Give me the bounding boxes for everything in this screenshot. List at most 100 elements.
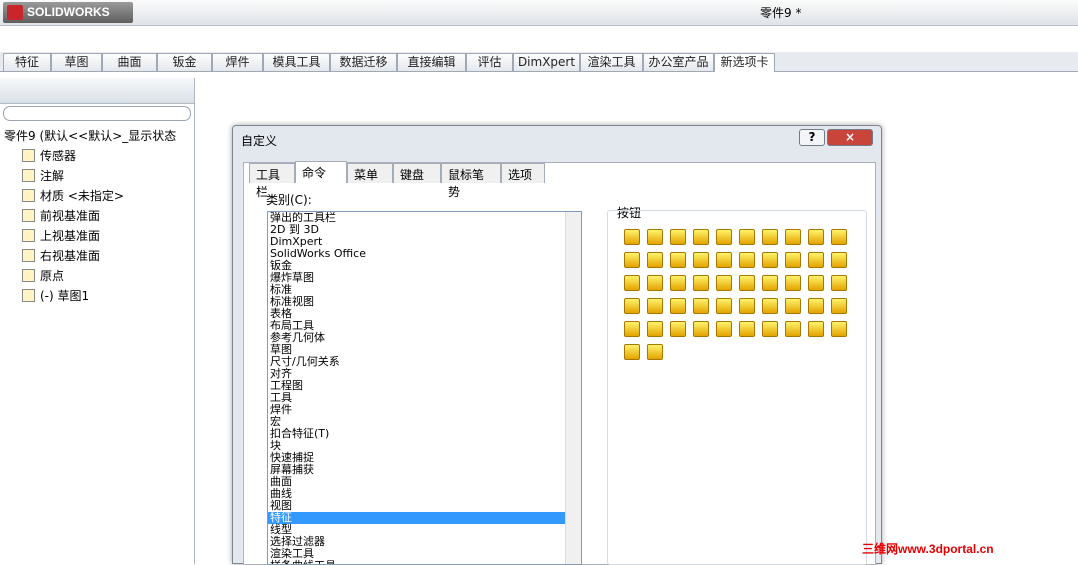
tab-5[interactable]: 模具工具 [263,53,330,72]
tab-2[interactable]: 曲面 [102,53,157,72]
category-item[interactable]: 样条曲线工具 [268,560,581,565]
category-item[interactable]: 对齐 [268,368,581,380]
feature-button-icon[interactable] [808,229,824,245]
category-item[interactable]: 焊件 [268,404,581,416]
tree-item[interactable]: 材质 <未指定> [22,187,124,204]
category-item[interactable]: 尺寸/几何关系 [268,356,581,368]
category-item[interactable]: 爆炸草图 [268,272,581,284]
feature-button-icon[interactable] [693,252,709,268]
feature-button-icon[interactable] [716,321,732,337]
feature-button-icon[interactable] [670,275,686,291]
tree-root[interactable]: 零件9 (默认<<默认>_显示状态 [4,127,176,144]
feature-button-icon[interactable] [670,229,686,245]
feature-button-icon[interactable] [831,321,847,337]
tab-8[interactable]: 评估 [466,53,513,72]
dialog-tab-5[interactable]: 选项 [501,163,545,183]
dialog-tab-0[interactable]: 工具栏 [249,163,295,199]
feature-button-icon[interactable] [785,275,801,291]
tab-1[interactable]: 草图 [51,53,102,72]
tab-11[interactable]: 办公室产品 [643,53,714,72]
feature-button-icon[interactable] [739,321,755,337]
feature-button-icon[interactable] [693,321,709,337]
feature-button-icon[interactable] [647,252,663,268]
tree-item[interactable]: 右视基准面 [22,247,100,264]
feature-button-icon[interactable] [831,298,847,314]
tab-3[interactable]: 钣金 [157,53,212,72]
category-item[interactable]: 视图 [268,500,581,512]
feature-button-icon[interactable] [762,275,778,291]
feature-button-icon[interactable] [808,275,824,291]
feature-button-icon[interactable] [739,252,755,268]
tree-item[interactable]: 前视基准面 [22,207,100,224]
feature-button-icon[interactable] [785,321,801,337]
feature-button-icon[interactable] [716,275,732,291]
category-item[interactable]: 参考几何体 [268,332,581,344]
feature-button-icon[interactable] [670,252,686,268]
feature-button-icon[interactable] [693,229,709,245]
feature-button-icon[interactable] [647,229,663,245]
tab-10[interactable]: 渲染工具 [580,53,643,72]
feature-button-icon[interactable] [647,344,663,360]
feature-button-icon[interactable] [762,252,778,268]
feature-button-icon[interactable] [762,298,778,314]
tree-item[interactable]: 上视基准面 [22,227,100,244]
tab-9[interactable]: DimXpert [513,53,580,72]
category-item[interactable]: 标准视图 [268,296,581,308]
category-item[interactable]: 快速捕捉 [268,452,581,464]
feature-button-icon[interactable] [831,229,847,245]
feature-button-icon[interactable] [831,275,847,291]
category-item[interactable]: 工具 [268,392,581,404]
category-item[interactable]: 扣合特征(T) [268,428,581,440]
scrollbar[interactable] [565,212,581,564]
feature-button-icon[interactable] [670,298,686,314]
category-item[interactable]: 钣金 [268,260,581,272]
category-item[interactable]: SolidWorks Office [268,248,581,260]
feature-button-icon[interactable] [762,229,778,245]
tab-6[interactable]: 数据迁移 [330,53,397,72]
tab-4[interactable]: 焊件 [212,53,263,72]
tree-item[interactable]: 原点 [22,267,64,284]
feature-button-icon[interactable] [785,298,801,314]
tab-0[interactable]: 特征 [3,53,51,72]
feature-button-icon[interactable] [624,229,640,245]
feature-button-icon[interactable] [647,321,663,337]
feature-button-icon[interactable] [739,298,755,314]
feature-button-icon[interactable] [716,229,732,245]
feature-button-icon[interactable] [670,321,686,337]
feature-button-icon[interactable] [808,298,824,314]
feature-button-icon[interactable] [647,275,663,291]
feature-button-icon[interactable] [785,229,801,245]
feature-button-icon[interactable] [624,321,640,337]
category-item[interactable]: 屏幕捕获 [268,464,581,476]
tree-item[interactable]: (-) 草图1 [22,287,89,304]
feature-button-icon[interactable] [624,344,640,360]
feature-button-icon[interactable] [739,275,755,291]
close-button[interactable]: × [827,129,873,146]
feature-button-icon[interactable] [831,252,847,268]
category-item[interactable]: 工程图 [268,380,581,392]
feature-button-icon[interactable] [808,252,824,268]
feature-button-icon[interactable] [624,275,640,291]
tree-item[interactable]: 注解 [22,167,64,184]
feature-button-icon[interactable] [624,298,640,314]
tree-item[interactable]: 传感器 [22,147,76,164]
filter-input[interactable] [3,106,191,121]
dialog-tab-1[interactable]: 命令 [295,161,347,183]
dialog-tab-2[interactable]: 菜单 [347,163,393,183]
category-list[interactable]: 弹出的工具栏 2D 到 3D DimXpert SolidWorks Office 钣金… [267,211,582,565]
dialog-tab-3[interactable]: 键盘 [393,163,441,183]
category-item[interactable]: 曲线 [268,488,581,500]
category-item[interactable]: 标准 [268,284,581,296]
feature-button-icon[interactable] [808,321,824,337]
help-button[interactable]: ? [799,129,825,146]
category-item[interactable]: 块 [268,440,581,452]
feature-button-icon[interactable] [762,321,778,337]
feature-button-icon[interactable] [785,252,801,268]
feature-button-icon[interactable] [739,229,755,245]
category-item[interactable]: 选择过滤器 [268,536,581,548]
feature-button-icon[interactable] [647,298,663,314]
feature-button-icon[interactable] [716,298,732,314]
tab-7[interactable]: 直接编辑 [397,53,466,72]
feature-button-icon[interactable] [716,252,732,268]
category-item[interactable]: 表格 [268,308,581,320]
